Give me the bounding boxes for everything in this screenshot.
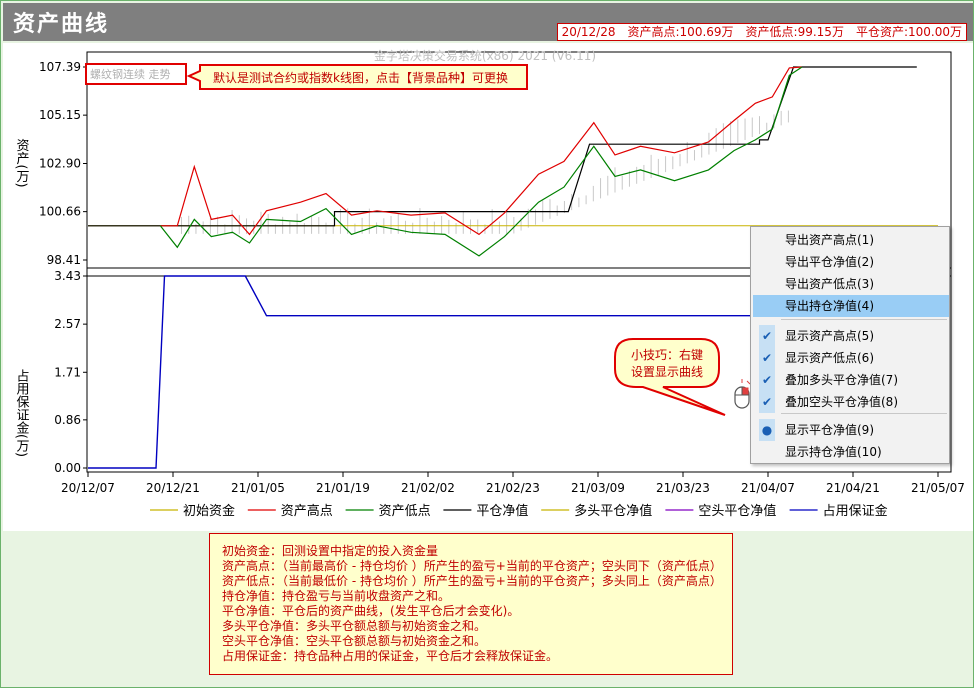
x-tick-label: 20/12/07 [61,481,115,495]
x-tick-label: 21/04/21 [826,481,880,495]
context-menu-item-label: 导出平仓净值(2) [785,255,874,269]
context-menu[interactable]: 导出资产高点(1) 导出平仓净值(2) 导出资产低点(3) 导出持仓净值(4) ✔ 显示资… [750,226,950,464]
summary-asset-low: 资产低点:99.15万 [745,25,844,39]
series-line-资产低点 [159,66,803,257]
y-tick-label: 102.90 [39,157,81,171]
legend-label: 平仓净值 [476,503,528,519]
tip-bubble-line1: 小技巧：右键 [631,347,703,362]
x-tick-label: 20/12/21 [146,481,200,495]
y-tick-label: 3.43 [54,269,81,283]
checkmark-icon: ✔ [759,325,775,347]
context-menu-item-label: 显示资产高点(5) [785,329,874,343]
x-tick-label: 21/03/23 [656,481,710,495]
context-menu-item[interactable]: ● 显示平仓净值(9) [753,419,949,441]
context-menu-item[interactable]: 导出持仓净值(4) [753,295,949,317]
summary-date: 20/12/28 [561,25,616,39]
legend-label: 初始资金 [183,503,235,519]
y-tick-label: 0.00 [54,461,81,475]
note-line: 初始资金：回测设置中指定的投入资金量 [222,544,439,558]
window-title: 资产曲线 [13,12,110,37]
x-tick-label: 21/03/09 [571,481,625,495]
note-line: 多头平仓净值：多头平仓额总额与初始资金之和。 [222,619,487,633]
chart-legend: 初始资金 资产高点 资产低点 平仓净值 多头平仓净值 空头平仓净值 占用保证金 [150,503,888,519]
context-menu-item-label: 导出持仓净值(4) [785,299,874,313]
x-tick-label: 21/04/07 [741,481,795,495]
context-menu-item-label: 导出资产低点(3) [785,277,874,291]
note-line: 持仓净值：持仓盈亏与当前收盘资产之和。 [222,589,451,603]
context-menu-item[interactable]: 导出资产低点(3) [753,273,949,295]
x-tick-label: 21/01/19 [316,481,370,495]
note-line: 资产高点：（当前最高价 - 持仓均价 ）所产生的盈亏+当前的平仓资产；空头同下（… [222,559,722,573]
y-axis-ticks: 107.39 105.15 102.90 100.66 98.41 3.43 2.57 1.7… [39,60,87,475]
y-tick-label: 100.66 [39,205,81,219]
context-menu-item-label: 显示资产低点(6) [785,351,874,365]
summary-asset-high: 资产高点:100.69万 [627,25,734,39]
context-menu-item[interactable]: ✔ 显示资产低点(6) [753,347,949,369]
top-y-axis-title: 资产(万) [14,138,30,187]
x-tick-label: 21/02/02 [401,481,455,495]
context-menu-item[interactable]: ✔ 叠加空头平仓净值(8) [753,391,949,413]
context-menu-item-label: 叠加多头平仓净值(7) [785,373,898,387]
context-menu-item-label: 叠加空头平仓净值(8) [785,395,898,409]
series-line-资产高点 [160,66,803,236]
checkmark-icon: ✔ [759,369,775,391]
checkmark-icon: ✔ [759,347,775,369]
y-tick-label: 98.41 [47,253,81,267]
context-menu-item-label: 显示平仓净值(9) [785,423,874,437]
summary-close-asset: 平仓资产:100.00万 [855,25,962,39]
note-line: 空头平仓净值：空头平仓额总额与初始资金之和。 [222,634,487,648]
note-line: 资产低点：（当前最低价 - 持仓均价 ）所产生的盈亏+当前的平仓资产；多头同上（… [222,574,722,588]
tip-bubble-line2: 设置显示曲线 [631,365,703,379]
x-axis-ticks: 20/12/07 20/12/21 21/01/05 21/01/19 21/02/02… [61,472,965,495]
legend-label: 占用保证金 [823,503,888,519]
context-menu-item-label: 导出资产高点(1) [785,233,874,247]
legend-label: 多头平仓净值 [574,503,652,519]
context-menu-separator [781,319,947,320]
note-line: 平仓净值：平仓后的资产曲线，(发生平仓后才会变化)。 [222,604,520,618]
y-tick-label: 0.86 [54,413,81,427]
context-menu-item[interactable]: 导出资产高点(1) [753,229,949,251]
x-tick-label: 21/02/23 [486,481,540,495]
note-line: 占用保证金：持仓品种占用的保证金，平仓后才会释放保证金。 [222,649,559,663]
y-tick-label: 105.15 [39,108,81,122]
radio-dot-icon: ● [759,419,775,441]
x-tick-label: 21/05/07 [911,481,965,495]
context-menu-item[interactable]: 导出平仓净值(2) [753,251,949,273]
series-line-平仓净值 [88,66,917,227]
legend-label: 资产低点 [379,504,431,519]
context-menu-item[interactable]: 显示持仓净值(10) [753,441,949,463]
context-menu-item-label: 显示持仓净值(10) [785,445,882,459]
asset-summary-box: 20/12/28 资产高点:100.69万 资产低点:99.15万 平仓资产:100.… [556,23,967,41]
context-menu-separator [781,413,947,414]
tip-callout-text: 默认是测试合约或指数k线图，点击【背景品种】可更换 [213,70,508,85]
x-tick-label: 21/01/05 [231,481,285,495]
legend-label: 空头平仓净值 [698,503,776,519]
context-menu-item[interactable]: ✔ 叠加多头平仓净值(7) [753,369,949,391]
y-tick-label: 107.39 [39,60,81,74]
explanation-notes-box: 初始资金：回测设置中指定的投入资金量 资产高点：（当前最高价 - 持仓均价 ）所产… [209,533,733,675]
asset-curve-window: 资产曲线 20/12/28 资产高点:100.69万 资产低点:99.15万 平仓资产… [0,0,974,688]
legend-label: 资产高点 [281,503,333,519]
y-tick-label: 1.71 [54,365,81,379]
price-bars-background [181,110,789,234]
bottom-y-axis-title: 占用保证金(万) [14,369,30,457]
background-symbol-text: 螺纹钢连续 走势 [90,67,171,81]
watermark-text: 金字塔决策交易系统(x86) 2021 (V6.11) [374,48,596,63]
y-tick-label: 2.57 [54,317,81,331]
checkmark-icon: ✔ [759,391,775,413]
context-menu-item[interactable]: ✔ 显示资产高点(5) [753,325,949,347]
title-bar: 资产曲线 20/12/28 资产高点:100.69万 资产低点:99.15万 平仓资产… [3,3,973,41]
